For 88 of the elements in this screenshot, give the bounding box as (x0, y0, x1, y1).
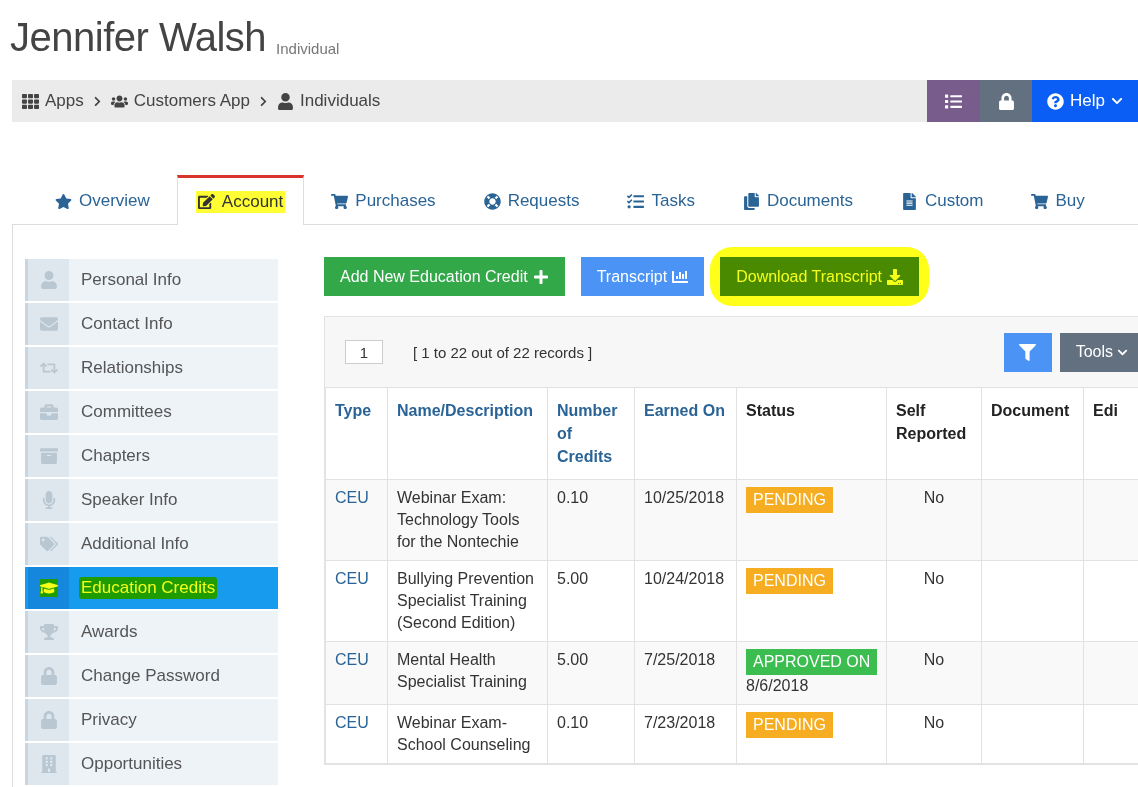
column-header: Self Reported (886, 387, 982, 480)
lock-button[interactable] (980, 80, 1032, 122)
table-cell: CEU (325, 479, 388, 561)
status-badge: APPROVED ON (746, 649, 878, 675)
download-icon (887, 268, 904, 285)
table-cell: 10/24/2018 (634, 560, 737, 642)
filter-button[interactable] (1003, 332, 1052, 372)
life-ring-icon (483, 192, 501, 210)
column-header: Document (981, 387, 1084, 480)
column-header[interactable]: Type (325, 387, 388, 480)
graduation-cap-icon (39, 579, 58, 597)
sidebar-item[interactable]: Personal Info (25, 259, 278, 301)
column-header[interactable]: Earned On (634, 387, 737, 480)
sidebar-item[interactable]: Relationships (25, 347, 278, 389)
chevron-down-icon (1111, 95, 1123, 107)
sidebar-item[interactable]: Education Credits (25, 567, 278, 609)
table-cell: Mental Health Specialist Training (387, 641, 548, 705)
sidebar-item[interactable]: Additional Info (25, 523, 278, 565)
sidebar-item[interactable]: Committees (25, 391, 278, 433)
table-cell: 5.00 (547, 641, 635, 705)
table-cell: 0.10 (547, 704, 635, 764)
cart-icon (331, 192, 349, 210)
table-cell: 10/25/2018 (634, 479, 737, 561)
star-icon (55, 192, 72, 210)
table-cell: 7/23/2018 (634, 704, 737, 764)
file-icon (900, 192, 918, 210)
record-type-label: Individual (276, 40, 340, 57)
table-cell: Webinar Exam-School Counseling (387, 704, 548, 764)
column-header: Status (736, 387, 887, 480)
building-icon (39, 755, 58, 773)
tags-icon (39, 535, 58, 553)
column-header[interactable]: Number of Credits (547, 387, 635, 480)
table-cell: CEU (325, 560, 388, 642)
filter-icon (1019, 343, 1037, 361)
user-icon (277, 92, 294, 110)
sidebar-item[interactable]: Awards (25, 611, 278, 653)
sidebar-item[interactable]: Speaker Info (25, 479, 278, 521)
help-icon (1047, 92, 1064, 110)
action-button[interactable]: Download Transcript (720, 257, 920, 296)
tab[interactable]: Account (176, 175, 305, 225)
briefcase-icon (39, 403, 58, 421)
lock-icon (997, 92, 1015, 110)
list-button[interactable] (927, 80, 980, 122)
page-number-field[interactable]: 1 (345, 340, 383, 364)
trophy-icon (39, 623, 58, 641)
column-header[interactable]: Name/Description (387, 387, 548, 480)
user-icon (39, 271, 58, 289)
sidebar-item[interactable]: Privacy (25, 699, 278, 741)
cart-icon (1031, 192, 1049, 210)
table-cell: No (886, 479, 982, 561)
table-cell: Bullying Prevention Specialist Training (Second Edition) (387, 560, 548, 642)
page-title: Jennifer Walsh (10, 15, 267, 60)
sidebar-item[interactable]: Opportunities (25, 743, 278, 785)
tools-button[interactable]: Tools (1059, 332, 1138, 372)
approval-date: 8/6/2018 (746, 676, 810, 696)
table-cell: CEU (325, 704, 388, 764)
lock-icon (39, 711, 58, 729)
checklist-icon (627, 192, 645, 210)
chevron-right-icon (258, 95, 269, 107)
list-icon (945, 92, 962, 110)
table-cell: Webinar Exam: Technology Tools for the Nontechie (387, 479, 548, 561)
bar-chart-icon (672, 268, 689, 285)
grid-icon (22, 92, 39, 110)
help-button[interactable]: Help (1032, 80, 1138, 122)
lock-icon (39, 667, 58, 685)
sidebar-item[interactable]: Chapters (25, 435, 278, 477)
table-cell: No (886, 641, 982, 705)
breadcrumb-link[interactable]: Customers App (110, 91, 250, 111)
table-cell: 7/25/2018 (634, 641, 737, 705)
table-cell: 5.00 (547, 560, 635, 642)
table-cell: No (886, 704, 982, 764)
column-header: Edi (1083, 387, 1138, 480)
plus-icon (532, 268, 549, 285)
table-cell: No (886, 560, 982, 642)
edit-icon (197, 193, 215, 210)
table-cell: CEU (325, 641, 388, 705)
copy-icon (742, 192, 760, 210)
status-badge: PENDING (746, 568, 833, 594)
table-cell: 0.10 (547, 479, 635, 561)
breadcrumb-link[interactable]: Apps (22, 91, 84, 111)
archive-icon (39, 447, 58, 465)
records-count: [ 1 to 22 out of 22 records ] (413, 343, 594, 361)
sidebar-item[interactable]: Contact Info (25, 303, 278, 345)
sidebar-item[interactable]: Change Password (25, 655, 278, 697)
status-badge: PENDING (746, 712, 833, 738)
envelope-icon (39, 315, 58, 333)
breadcrumb-link[interactable]: Individuals (277, 91, 381, 111)
status-badge: PENDING (746, 487, 833, 513)
